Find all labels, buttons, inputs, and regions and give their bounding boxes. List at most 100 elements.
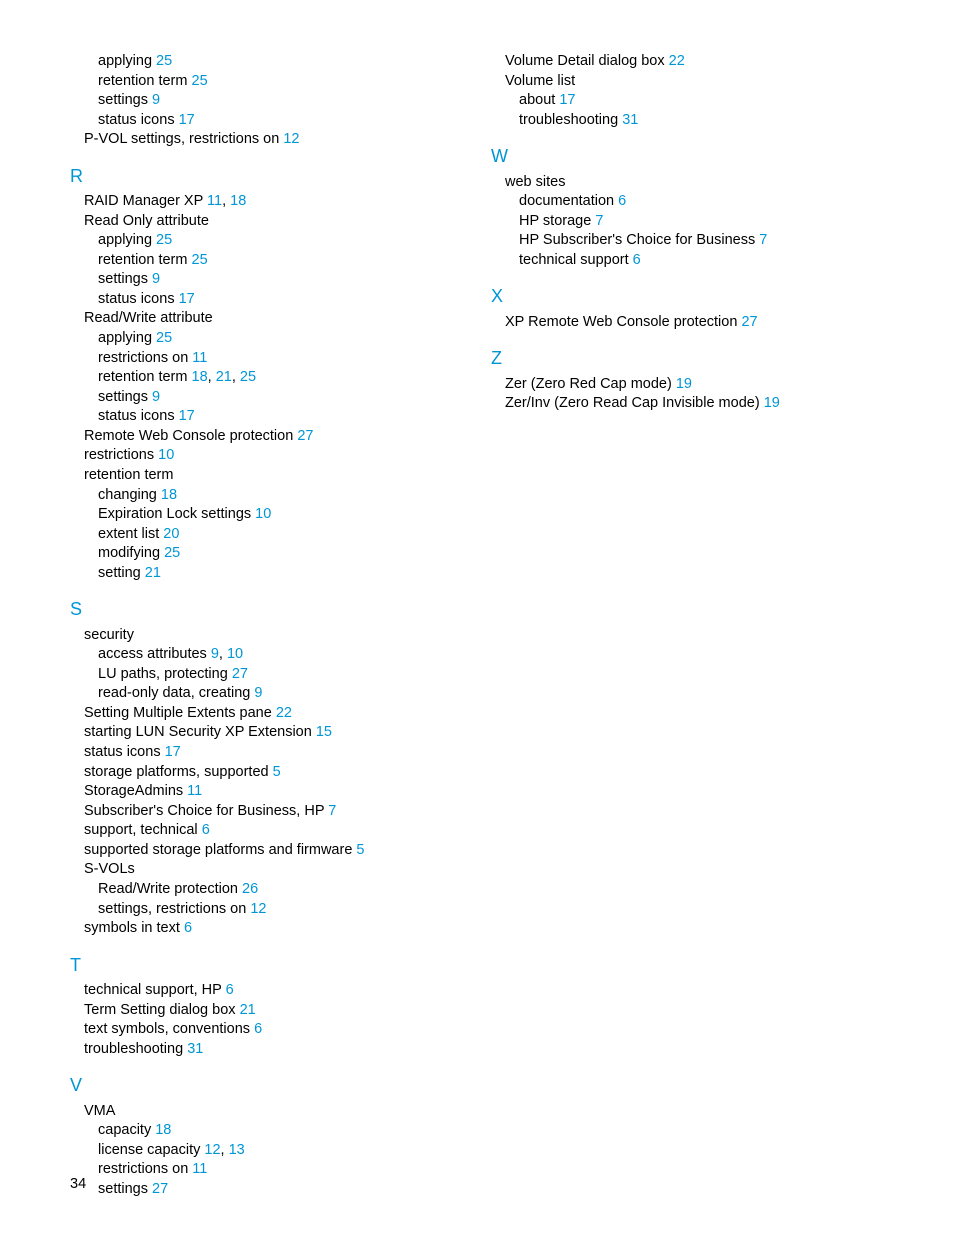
page-link[interactable]: 13 xyxy=(229,1142,245,1158)
page-link[interactable]: 6 xyxy=(254,1021,262,1037)
page-link[interactable]: 25 xyxy=(192,252,208,268)
index-entry: retention term xyxy=(84,466,463,486)
index-left-column: applying 25 retention term 25 settings 9 st… xyxy=(70,52,463,1199)
index-entry: support, technical 6 xyxy=(84,821,463,841)
index-section-z: Z xyxy=(491,346,884,370)
index-entry-text: changing xyxy=(98,487,157,503)
page-link[interactable]: 27 xyxy=(232,666,248,682)
index-entry: Zer/Inv (Zero Read Cap Invisible mode) 1… xyxy=(505,394,884,414)
index-entry-text: applying xyxy=(98,53,152,69)
page-link[interactable]: 21 xyxy=(216,369,232,385)
page-link[interactable]: 15 xyxy=(316,724,332,740)
page-link[interactable]: 18 xyxy=(230,193,246,209)
page-link[interactable]: 5 xyxy=(273,764,281,780)
page-link[interactable]: 31 xyxy=(622,112,638,128)
index-entry-text: modifying xyxy=(98,545,160,561)
index-entry: security xyxy=(84,626,463,646)
index-entry-text: supported storage platforms and firmware xyxy=(84,842,352,858)
page-link[interactable]: 19 xyxy=(676,376,692,392)
page-link[interactable]: 25 xyxy=(156,232,172,248)
index-entry-text: extent list xyxy=(98,526,159,542)
page-link[interactable]: 9 xyxy=(152,389,160,405)
index-entry: RAID Manager XP 11, 18 xyxy=(84,192,463,212)
page-link[interactable]: 18 xyxy=(192,369,208,385)
page-link[interactable]: 11 xyxy=(207,193,222,209)
page-link[interactable]: 9 xyxy=(152,92,160,108)
page-link[interactable]: 21 xyxy=(240,1002,256,1018)
index-entry: LU paths, protecting 27 xyxy=(98,665,463,685)
page-link[interactable]: 17 xyxy=(179,112,195,128)
index-entry: HP storage 7 xyxy=(519,212,884,232)
index-entry-text: about xyxy=(519,92,555,108)
page-link[interactable]: 17 xyxy=(179,408,195,424)
index-entry-text: settings xyxy=(98,389,148,405)
page-link[interactable]: 17 xyxy=(165,744,181,760)
page-link[interactable]: 25 xyxy=(192,73,208,89)
index-entry-text: status icons xyxy=(98,112,175,128)
page-link[interactable]: 6 xyxy=(618,193,626,209)
index-entry: symbols in text 6 xyxy=(84,919,463,939)
page-link[interactable]: 10 xyxy=(158,447,174,463)
page-link[interactable]: 25 xyxy=(156,53,172,69)
page-number: 34 xyxy=(70,1175,86,1195)
page-link[interactable]: 6 xyxy=(184,920,192,936)
page-link[interactable]: 9 xyxy=(152,271,160,287)
index-entry: restrictions 10 xyxy=(84,446,463,466)
index-entry: technical support 6 xyxy=(519,251,884,271)
index-entry-text: technical support, HP xyxy=(84,982,222,998)
page-link[interactable]: 12 xyxy=(283,131,299,147)
page-link[interactable]: 20 xyxy=(163,526,179,542)
page-link[interactable]: 25 xyxy=(164,545,180,561)
page-link[interactable]: 7 xyxy=(595,213,603,229)
index-entry: access attributes 9, 10 xyxy=(98,645,463,665)
page-link[interactable]: 7 xyxy=(759,232,767,248)
page-link[interactable]: 21 xyxy=(145,565,161,581)
index-entry: capacity 18 xyxy=(98,1121,463,1141)
page-link[interactable]: 10 xyxy=(227,646,243,662)
page-link[interactable]: 18 xyxy=(161,487,177,503)
index-entry-text: Remote Web Console protection xyxy=(84,428,293,444)
index-entry: extent list 20 xyxy=(98,525,463,545)
index-entry-text: storage platforms, supported xyxy=(84,764,269,780)
index-section-s: S xyxy=(70,597,463,621)
index-entry-text: restrictions on xyxy=(98,350,188,366)
index-entry: status icons 17 xyxy=(98,290,463,310)
page-link[interactable]: 27 xyxy=(297,428,313,444)
page-link[interactable]: 18 xyxy=(155,1122,171,1138)
page-link[interactable]: 11 xyxy=(187,783,202,799)
page-link[interactable]: 17 xyxy=(179,291,195,307)
page-link[interactable]: 26 xyxy=(242,881,258,897)
page-link[interactable]: 6 xyxy=(633,252,641,268)
page-link[interactable]: 10 xyxy=(255,506,271,522)
page-link[interactable]: 22 xyxy=(276,705,292,721)
index-entry-text: restrictions on xyxy=(98,1161,188,1177)
page-link[interactable]: 9 xyxy=(254,685,262,701)
page-link[interactable]: 12 xyxy=(204,1142,220,1158)
index-entry-text: troubleshooting xyxy=(84,1041,183,1057)
page-link[interactable]: 27 xyxy=(741,314,757,330)
index-entry-text: S-VOLs xyxy=(84,861,135,877)
page-link[interactable]: 5 xyxy=(356,842,364,858)
page-link[interactable]: 7 xyxy=(328,803,336,819)
page-link[interactable]: 25 xyxy=(156,330,172,346)
index-entry: read-only data, creating 9 xyxy=(98,684,463,704)
page-link[interactable]: 19 xyxy=(764,395,780,411)
index-entry-text: applying xyxy=(98,232,152,248)
page-link[interactable]: 31 xyxy=(187,1041,203,1057)
page-link[interactable]: 6 xyxy=(226,982,234,998)
page-link[interactable]: 22 xyxy=(669,53,685,69)
page-link[interactable]: 6 xyxy=(202,822,210,838)
index-entry-text: text symbols, conventions xyxy=(84,1021,250,1037)
index-entry: applying 25 xyxy=(98,52,463,72)
page-link[interactable]: 17 xyxy=(559,92,575,108)
page-link[interactable]: 25 xyxy=(240,369,256,385)
page-link[interactable]: 9 xyxy=(211,646,219,662)
page-link[interactable]: 12 xyxy=(250,901,266,917)
index-entry-text: VMA xyxy=(84,1103,115,1119)
page-link[interactable]: 11 xyxy=(192,350,207,366)
index-entry: Volume Detail dialog box 22 xyxy=(505,52,884,72)
page-link[interactable]: 11 xyxy=(192,1161,207,1177)
index-entry-text: LU paths, protecting xyxy=(98,666,228,682)
page-link[interactable]: 27 xyxy=(152,1181,168,1197)
index-entry-text: status icons xyxy=(98,291,175,307)
